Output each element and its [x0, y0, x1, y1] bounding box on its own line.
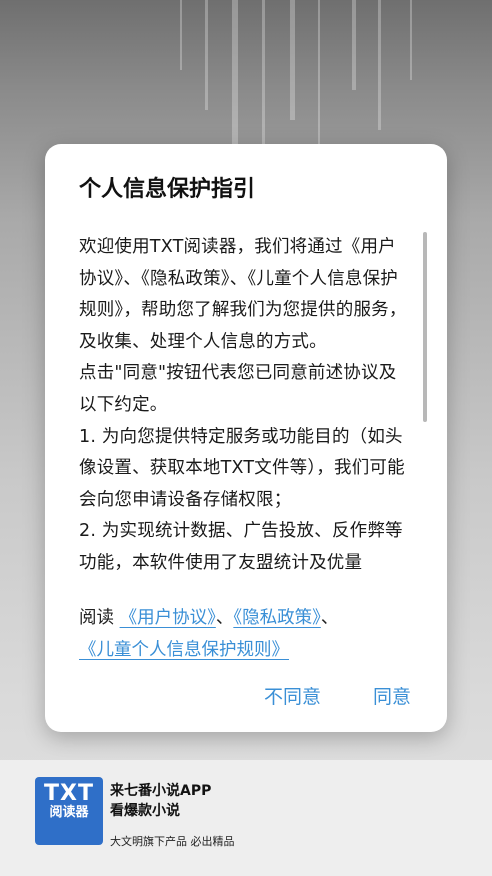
paragraph-intro: 欢迎使用TXT阅读器，我们将通过《用户协议》、《隐私政策》、《儿童个人信息保护规…	[79, 237, 407, 352]
paragraph-item-1: 1. 为向您提供特定服务或功能目的（如头像设置、获取本地TXT文件等），我们可能…	[79, 426, 405, 510]
privacy-dialog: 个人信息保护指引 欢迎使用TXT阅读器，我们将通过《用户协议》、《隐私政策》、《…	[45, 144, 447, 732]
dialog-body[interactable]: 欢迎使用TXT阅读器，我们将通过《用户协议》、《隐私政策》、《儿童个人信息保护规…	[79, 232, 409, 582]
scrollbar[interactable]	[423, 232, 427, 422]
splash-footer: TXT 阅读器 来七番小说APP 看爆款小说 大文明旗下产品 必出精品	[0, 760, 492, 876]
separator: 、	[215, 608, 234, 628]
paragraph-consent: 点击"同意"按钮代表您已同意前述协议及以下约定。	[79, 363, 397, 415]
paragraph-item-2: 2. 为实现统计数据、广告投放、反作弊等功能，本软件使用了友盟统计及优量	[79, 521, 403, 573]
slogan-line-1: 来七番小说APP	[110, 783, 212, 799]
folder-icon	[62, 829, 76, 842]
company-tagline: 大文明旗下产品 必出精品	[110, 835, 235, 848]
dialog-title: 个人信息保护指引	[79, 177, 256, 202]
disagree-button[interactable]: 不同意	[264, 682, 321, 709]
read-prefix: 阅读	[79, 608, 114, 628]
user-agreement-link[interactable]: 《用户协议》	[120, 608, 216, 628]
slogan-line-2: 看爆款小说	[110, 803, 180, 819]
children-rules-link[interactable]: 《儿童个人信息保护规则》	[79, 640, 289, 660]
privacy-policy-link[interactable]: 《隐私政策》	[233, 608, 321, 628]
agree-button[interactable]: 同意	[373, 682, 411, 709]
agreement-links: 阅读 《用户协议》、《隐私政策》、 《儿童个人信息保护规则》	[79, 602, 424, 666]
separator: 、	[320, 608, 339, 628]
